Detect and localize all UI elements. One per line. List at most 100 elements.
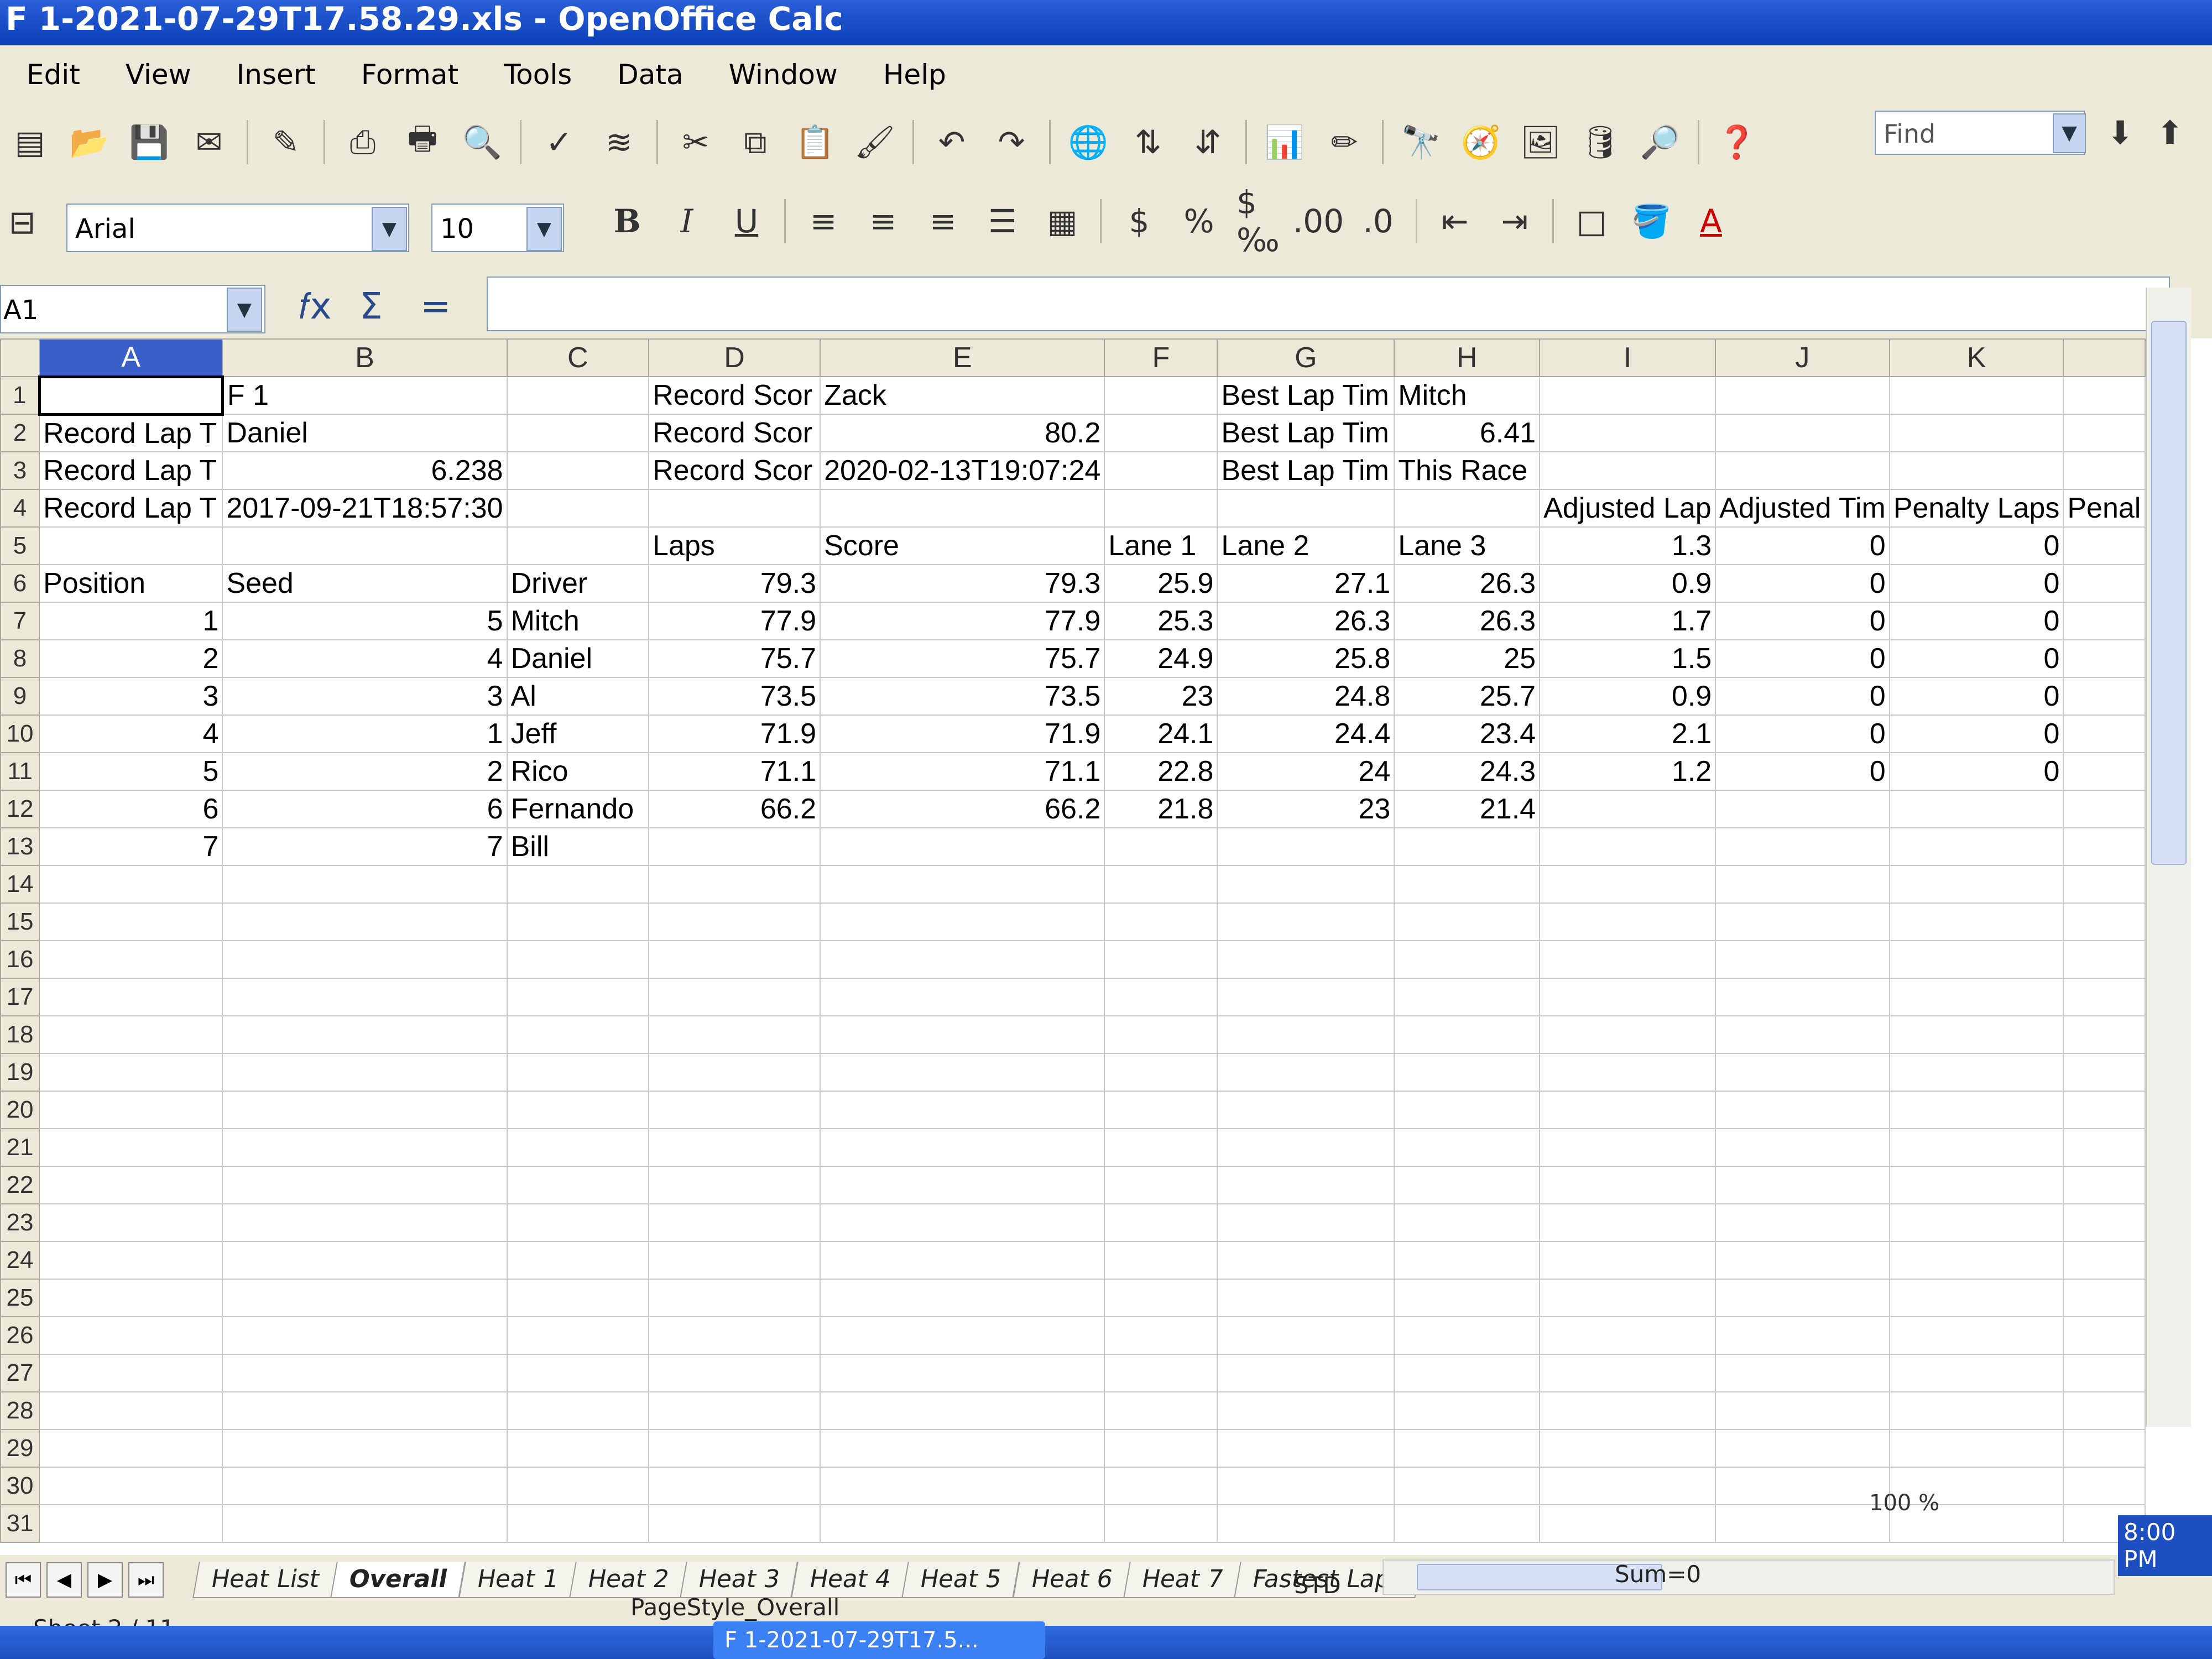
- cell-h17[interactable]: [1394, 978, 1541, 1016]
- row-header[interactable]: 8: [0, 639, 40, 678]
- cell-j14[interactable]: [1715, 865, 1890, 904]
- cell-k14[interactable]: [1888, 865, 2064, 904]
- column-header-j[interactable]: J: [1715, 338, 1890, 377]
- cell-j19[interactable]: [1715, 1053, 1890, 1092]
- cell-overflow[interactable]: [2063, 790, 2146, 828]
- cell-i19[interactable]: [1539, 1053, 1717, 1092]
- tab-heat-6[interactable]: Heat 6: [1012, 1562, 1131, 1598]
- cell-d28[interactable]: [648, 1391, 821, 1430]
- cell-j26[interactable]: [1715, 1316, 1890, 1355]
- cell-overflow[interactable]: [2063, 940, 2146, 979]
- cell-a5[interactable]: [39, 526, 223, 565]
- column-header-i[interactable]: I: [1539, 338, 1717, 377]
- menu-view[interactable]: View: [99, 59, 210, 91]
- cell-e19[interactable]: [820, 1053, 1105, 1092]
- cell-g30[interactable]: [1217, 1467, 1395, 1505]
- cell-a2[interactable]: Record Lap T: [39, 414, 223, 452]
- cell-h31[interactable]: [1394, 1504, 1541, 1543]
- cell-b14[interactable]: [222, 865, 508, 904]
- cell-d4[interactable]: [648, 489, 821, 528]
- cell-a28[interactable]: [39, 1391, 223, 1430]
- horizontal-scrollbar[interactable]: [1383, 1559, 2115, 1595]
- cell-e12[interactable]: 66.2: [820, 790, 1105, 828]
- cell-d6[interactable]: 79.3: [648, 564, 821, 603]
- cell-i17[interactable]: [1539, 978, 1717, 1016]
- name-box[interactable]: A1: [0, 285, 265, 333]
- cell-j23[interactable]: [1715, 1203, 1890, 1242]
- align-right-icon[interactable]: ≡: [921, 199, 965, 243]
- cell-c28[interactable]: [506, 1391, 650, 1430]
- chart-icon[interactable]: 📊: [1262, 120, 1307, 164]
- cell-f19[interactable]: [1104, 1053, 1218, 1092]
- cell-b16[interactable]: [222, 940, 508, 979]
- cell-j15[interactable]: [1715, 902, 1890, 941]
- cell-f6[interactable]: 25.9: [1104, 564, 1218, 603]
- undo-icon[interactable]: ↶: [930, 120, 974, 164]
- cell-d7[interactable]: 77.9: [648, 602, 821, 640]
- standard-format-icon[interactable]: $‰: [1237, 184, 1281, 259]
- borders-icon[interactable]: □: [1569, 199, 1614, 243]
- cell-k3[interactable]: [1888, 451, 2064, 490]
- column-header-b[interactable]: B: [222, 338, 508, 377]
- cell-d19[interactable]: [648, 1053, 821, 1092]
- select-all-corner[interactable]: [0, 338, 40, 377]
- cell-k17[interactable]: [1888, 978, 2064, 1016]
- font-name-field[interactable]: Arial: [66, 204, 409, 252]
- cell-d9[interactable]: 73.5: [648, 677, 821, 716]
- row-header[interactable]: 2: [0, 414, 40, 452]
- cell-overflow[interactable]: [2063, 1015, 2146, 1054]
- cell-k19[interactable]: [1888, 1053, 2064, 1092]
- sum-icon[interactable]: Σ: [359, 285, 383, 327]
- row-header[interactable]: 20: [0, 1091, 40, 1129]
- format-paintbrush-icon[interactable]: 🖌: [853, 120, 897, 164]
- find-previous-icon[interactable]: ⬆: [2148, 111, 2192, 155]
- cell-a29[interactable]: [39, 1429, 223, 1468]
- column-header-l[interactable]: [2063, 338, 2146, 377]
- cell-j24[interactable]: [1715, 1241, 1890, 1280]
- cell-a7[interactable]: 1: [39, 602, 223, 640]
- cell-overflow[interactable]: [2063, 827, 2146, 866]
- row-header[interactable]: 31: [0, 1504, 40, 1543]
- cell-f8[interactable]: 24.9: [1104, 639, 1218, 678]
- cell-h29[interactable]: [1394, 1429, 1541, 1468]
- cell-f20[interactable]: [1104, 1091, 1218, 1129]
- cell-j7[interactable]: 0: [1715, 602, 1890, 640]
- cell-c14[interactable]: [506, 865, 650, 904]
- cell-d10[interactable]: 71.9: [648, 714, 821, 753]
- cell-f30[interactable]: [1104, 1467, 1218, 1505]
- cell-g23[interactable]: [1217, 1203, 1395, 1242]
- cell-d30[interactable]: [648, 1467, 821, 1505]
- justify-icon[interactable]: ☰: [980, 199, 1025, 243]
- cell-j17[interactable]: [1715, 978, 1890, 1016]
- data-sources-icon[interactable]: 🛢: [1578, 120, 1623, 164]
- hyperlink-icon[interactable]: 🌐: [1066, 120, 1110, 164]
- merge-cells-icon[interactable]: ▦: [1040, 199, 1084, 243]
- cell-k9[interactable]: 0: [1888, 677, 2064, 716]
- cell-k20[interactable]: [1888, 1091, 2064, 1129]
- paste-icon[interactable]: 📋: [793, 120, 837, 164]
- cell-c18[interactable]: [506, 1015, 650, 1054]
- underline-icon[interactable]: U: [724, 199, 769, 243]
- cell-c9[interactable]: Al: [506, 677, 650, 716]
- tab-heat-4[interactable]: Heat 4: [791, 1562, 910, 1598]
- cell-h16[interactable]: [1394, 940, 1541, 979]
- cell-k24[interactable]: [1888, 1241, 2064, 1280]
- cell-g1[interactable]: Best Lap Tim: [1217, 376, 1395, 415]
- cell-g5[interactable]: Lane 2: [1217, 526, 1395, 565]
- cell-h8[interactable]: 25: [1394, 639, 1541, 678]
- cell-i6[interactable]: 0.9: [1539, 564, 1717, 603]
- row-header[interactable]: 18: [0, 1015, 40, 1054]
- cell-i28[interactable]: [1539, 1391, 1717, 1430]
- cell-j11[interactable]: 0: [1715, 752, 1890, 791]
- cell-i24[interactable]: [1539, 1241, 1717, 1280]
- first-sheet-icon[interactable]: ⏮: [6, 1562, 41, 1598]
- background-color-icon[interactable]: 🪣: [1629, 199, 1673, 243]
- cell-i27[interactable]: [1539, 1354, 1717, 1392]
- cell-c25[interactable]: [506, 1279, 650, 1317]
- styles-icon[interactable]: ⊟: [0, 200, 44, 244]
- cell-g16[interactable]: [1217, 940, 1395, 979]
- cell-h23[interactable]: [1394, 1203, 1541, 1242]
- cell-h22[interactable]: [1394, 1166, 1541, 1204]
- cell-b20[interactable]: [222, 1091, 508, 1129]
- cell-k18[interactable]: [1888, 1015, 2064, 1054]
